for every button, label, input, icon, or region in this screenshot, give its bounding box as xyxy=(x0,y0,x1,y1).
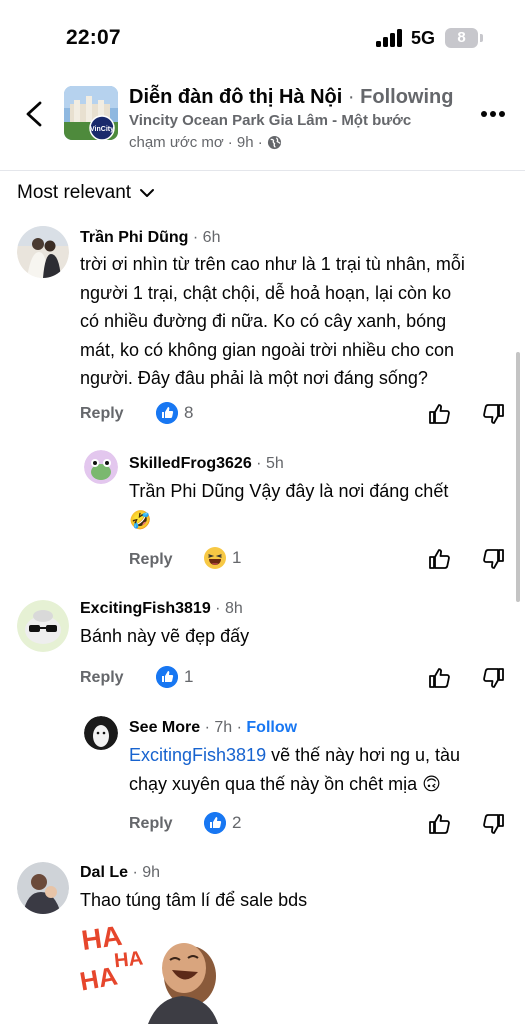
author-name[interactable]: SkilledFrog3626 xyxy=(129,455,252,472)
comment-line: Trần Phi Dũng Vậy đây là nơi đáng chết xyxy=(129,481,449,501)
reaction-count: 8 xyxy=(184,403,194,422)
comment-line: người 1 trại, chật chội, dễ hoả hoạn, lạ… xyxy=(80,282,452,303)
reply-button[interactable]: Reply xyxy=(129,815,173,833)
comment-line: có nhiều đường đi nữa. Ko có cây xanh, b… xyxy=(80,311,447,331)
comment-author[interactable]: ExcitingFish3819 · 8h xyxy=(80,600,243,618)
comment-author[interactable]: SkilledFrog3626 · 5h xyxy=(129,455,284,473)
comment-author[interactable]: Trần Phi Dũng · 6h xyxy=(80,229,220,247)
comment-author[interactable]: Dal Le · 9h xyxy=(80,864,160,882)
svg-text:VinCity: VinCity xyxy=(90,126,114,133)
comment-line: người. Đây đâu phải là một nơi đáng sống… xyxy=(80,368,428,388)
comment-text: Trần Phi Dũng Vậy đây là nơi đáng chết 🤣 xyxy=(129,477,509,534)
following-button[interactable]: Following xyxy=(360,86,453,108)
comment-time: · 7h · xyxy=(204,719,242,736)
upvote-icon[interactable] xyxy=(428,812,452,836)
mention-link[interactable]: ExcitingFish3819 xyxy=(129,745,266,765)
haha-reaction-icon xyxy=(204,547,226,569)
scrollbar[interactable] xyxy=(516,352,520,602)
svg-text:HA: HA xyxy=(78,960,120,996)
post-title-continuation: chạm ước mơ xyxy=(129,134,224,151)
laughing-sticker: HA HA HA xyxy=(78,920,218,1024)
status-time: 22:07 xyxy=(66,26,121,49)
comment-time: · 6h xyxy=(192,229,221,246)
post-title[interactable]: Vincity Ocean Park Gia Lâm - Một bước xyxy=(129,112,411,129)
comment-time: · 8h xyxy=(215,600,243,617)
downvote-icon[interactable] xyxy=(481,547,505,571)
header-divider xyxy=(0,170,525,171)
comment-line: Bánh này vẽ đẹp đấy xyxy=(80,626,250,646)
author-name[interactable]: Dal Le xyxy=(80,864,128,881)
battery-icon: 8 xyxy=(445,28,478,48)
network-type: 5G xyxy=(411,28,436,48)
like-reaction-icon xyxy=(204,812,226,834)
more-options-icon[interactable] xyxy=(480,110,506,118)
follow-button[interactable]: Follow xyxy=(246,719,297,736)
cellular-signal-icon xyxy=(376,28,404,47)
group-avatar[interactable]: VinCity xyxy=(64,86,118,140)
comment-line: trời ơi nhìn từ trên cao như là 1 trại t… xyxy=(80,254,465,274)
reply-button[interactable]: Reply xyxy=(129,551,173,569)
reply-button[interactable]: Reply xyxy=(80,669,124,687)
upvote-icon[interactable] xyxy=(428,547,452,571)
sort-label[interactable]: Most relevant xyxy=(17,182,131,204)
downvote-icon[interactable] xyxy=(481,812,505,836)
like-reaction-icon xyxy=(156,402,178,424)
avatar[interactable] xyxy=(17,226,69,278)
avatar[interactable] xyxy=(17,862,69,914)
reaction-summary[interactable]: 8 xyxy=(156,402,193,424)
like-reaction-icon xyxy=(156,666,178,688)
avatar[interactable] xyxy=(84,450,118,484)
author-name[interactable]: ExcitingFish3819 xyxy=(80,600,211,617)
comment-text: Bánh này vẽ đẹp đấy xyxy=(80,622,500,651)
sort-dropdown[interactable]: Most relevant xyxy=(17,182,155,204)
reply-button[interactable]: Reply xyxy=(80,405,124,423)
avatar[interactable] xyxy=(84,716,118,750)
comment-line-text: vẽ thế này hơi ng u, tàu xyxy=(266,745,461,765)
comment-time: · 9h xyxy=(132,864,161,881)
author-name[interactable]: See More xyxy=(129,719,200,736)
comment-line: Thao túng tâm lí để sale bds xyxy=(80,890,308,910)
back-arrow-icon[interactable] xyxy=(22,100,50,128)
post-time: · 9h · xyxy=(227,134,263,151)
emoji-rofl: 🤣 xyxy=(129,509,152,530)
group-title[interactable]: Diễn đàn đô thị Hà Nội · Following xyxy=(129,86,453,109)
title-separator: · xyxy=(347,86,355,108)
reaction-summary[interactable]: 1 xyxy=(156,666,193,688)
comment-time: · 5h xyxy=(256,455,284,472)
chevron-down-icon xyxy=(140,189,155,197)
avatar[interactable] xyxy=(17,600,69,652)
reaction-summary[interactable]: 2 xyxy=(204,812,241,834)
downvote-icon[interactable] xyxy=(481,402,505,426)
post-meta: chạm ước mơ · 9h · xyxy=(129,134,282,151)
author-name[interactable]: Trần Phi Dũng xyxy=(80,229,188,246)
reaction-count: 1 xyxy=(232,548,242,567)
battery-tip-icon xyxy=(480,34,483,42)
downvote-icon[interactable] xyxy=(481,666,505,690)
group-name[interactable]: Diễn đàn đô thị Hà Nội xyxy=(129,86,342,108)
comment-text: ExcitingFish3819 vẽ thế này hơi ng u, tà… xyxy=(129,741,519,798)
upvote-icon[interactable] xyxy=(428,402,452,426)
reaction-summary[interactable]: 1 xyxy=(204,547,241,569)
comment-text: Thao túng tâm lí để sale bds xyxy=(80,886,500,915)
comment-line: chạy xuyên qua thế này ồn chêt mịa 🙃 xyxy=(129,773,441,794)
globe-icon xyxy=(267,135,281,150)
svg-text:HA: HA xyxy=(113,947,144,972)
comment-author[interactable]: See More · 7h · Follow xyxy=(129,719,297,737)
reaction-count: 1 xyxy=(184,667,194,686)
comment-line: ExcitingFish3819 vẽ thế này hơi ng u, tà… xyxy=(129,741,519,770)
comment-text: trời ơi nhìn từ trên cao như là 1 trại t… xyxy=(80,250,510,393)
upvote-icon[interactable] xyxy=(428,666,452,690)
comment-line: mát, ko có không gian ngoài trời nhiều c… xyxy=(80,339,455,360)
reaction-count: 2 xyxy=(232,813,242,832)
